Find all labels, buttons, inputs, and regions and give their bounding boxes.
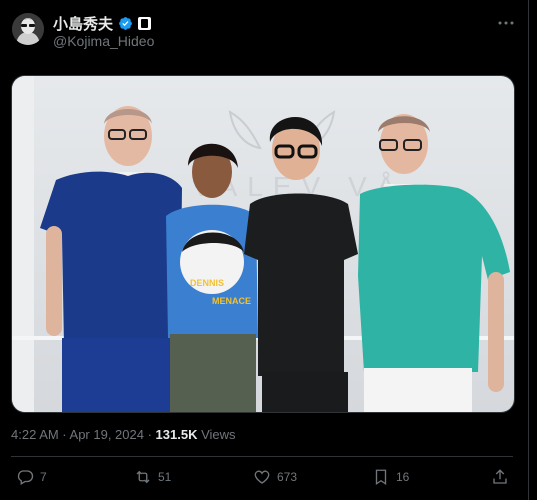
author-avatar[interactable] [12, 13, 44, 45]
like-count: 673 [277, 470, 298, 484]
post-timestamp[interactable]: 4:22 AM · Apr 19, 2024 [11, 427, 144, 442]
reply-count: 7 [40, 470, 47, 484]
sweater-text-top: DENNIS [190, 278, 224, 288]
reply-icon [17, 470, 34, 485]
views-label: Views [197, 427, 236, 442]
bookmark-icon [375, 469, 387, 486]
post-meta: 4:22 AM · Apr 19, 2024 · 131.5K Views [11, 427, 236, 442]
column-border [528, 0, 529, 500]
share-button[interactable] [491, 468, 509, 486]
actions-divider [11, 456, 513, 457]
photo-group-icon: VALEV VÅ DENNIS MENACE [12, 76, 514, 412]
repost-count: 51 [158, 470, 172, 484]
action-bar: 7 51 673 16 [0, 468, 528, 490]
author-display-name[interactable]: 小島秀夫 [53, 13, 113, 34]
post-photo[interactable]: VALEV VÅ DENNIS MENACE [11, 75, 515, 413]
bookmark-count: 16 [396, 470, 410, 484]
affiliation-badge-icon[interactable] [138, 17, 152, 30]
more-options-icon[interactable] [497, 14, 515, 32]
author-name-row: 小島秀夫 [53, 13, 152, 34]
bookmark-button[interactable]: 16 [372, 468, 409, 486]
views-count: 131.5K [155, 427, 198, 442]
repost-icon [136, 470, 150, 484]
meta-separator: · [143, 427, 156, 442]
like-button[interactable]: 673 [253, 468, 297, 486]
repost-button[interactable]: 51 [134, 468, 171, 486]
verified-badge-icon [119, 17, 132, 30]
reply-button[interactable]: 7 [16, 468, 47, 486]
heart-icon [254, 470, 270, 484]
share-icon [493, 469, 507, 484]
author-handle[interactable]: @Kojima_Hideo [53, 33, 154, 49]
sweater-text-bottom: MENACE [212, 296, 251, 306]
avatar-portrait-icon [12, 13, 44, 45]
